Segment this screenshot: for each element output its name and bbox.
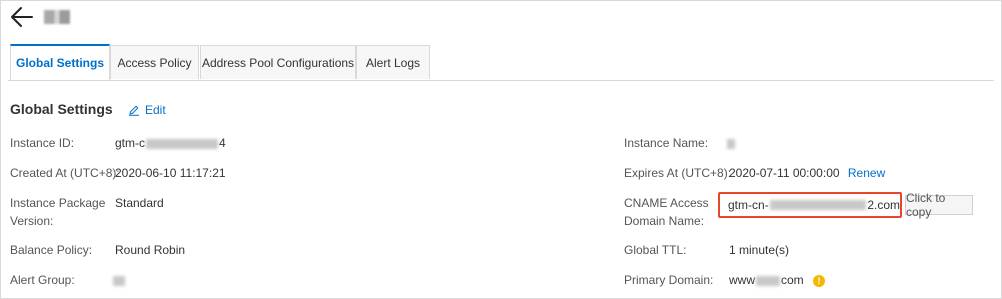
instance-name-value-masked [726, 135, 736, 152]
back-arrow-icon[interactable] [10, 6, 34, 28]
copy-button[interactable]: Click to copy [905, 191, 973, 219]
tab-global-settings[interactable]: Global Settings [10, 44, 110, 80]
package-version-value: Standard [115, 196, 164, 210]
instance-id-value: gtm-c 4 [115, 136, 226, 150]
tab-address-pool-configurations[interactable]: Address Pool Configurations [200, 45, 356, 79]
global-ttl-value: 1 minute(s) [729, 243, 790, 257]
created-at-label: Created At (UTC+8): [10, 166, 120, 180]
page-title-masked [44, 10, 70, 24]
primary-domain-label: Primary Domain: [624, 273, 714, 287]
package-version-label: Instance Package Version: [10, 196, 106, 228]
pencil-icon [129, 105, 139, 116]
warning-icon[interactable]: ! [813, 274, 826, 287]
cname-label: CNAME Access Domain Name: [624, 196, 709, 228]
expires-at-value: 2020-07-11 00:00:00 Renew [729, 165, 885, 182]
expires-at-label: Expires At (UTC+8): [624, 166, 732, 180]
alert-group-value-masked [112, 272, 126, 289]
global-ttl-label: Global TTL: [624, 243, 687, 257]
alert-group-label: Alert Group: [10, 273, 75, 287]
expires-at-date: 2020-07-11 00:00:00 [729, 166, 840, 180]
created-at-value: 2020-06-10 11:17:21 [115, 166, 226, 180]
instance-name-label: Instance Name: [624, 136, 709, 150]
cname-domain-value[interactable]: gtm-cn- 2.com [718, 192, 902, 218]
edit-label: Edit [145, 103, 166, 117]
balance-policy-value: Round Robin [115, 243, 186, 257]
primary-domain-value: www com ! [729, 272, 826, 289]
section-title: Global Settings [10, 101, 113, 117]
edit-button[interactable]: Edit [128, 103, 166, 117]
tab-bar: Global Settings Access Policy Address Po… [8, 44, 994, 81]
renew-link[interactable]: Renew [848, 166, 885, 180]
tab-access-policy[interactable]: Access Policy [110, 45, 199, 79]
instance-id-label: Instance ID: [10, 136, 75, 150]
tab-alert-logs[interactable]: Alert Logs [356, 45, 430, 79]
balance-policy-label: Balance Policy: [10, 243, 93, 257]
